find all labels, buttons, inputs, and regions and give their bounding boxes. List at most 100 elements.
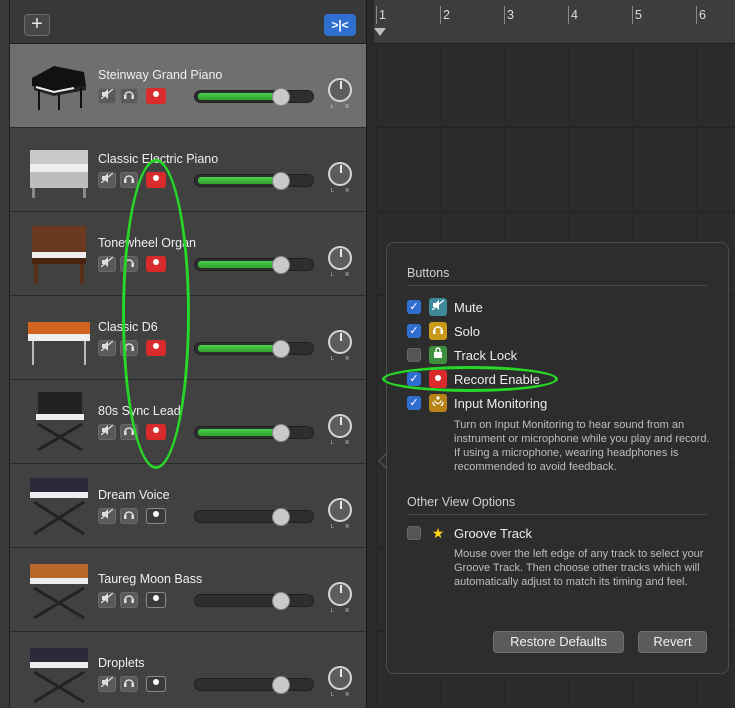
option-checkbox[interactable]: ✓: [407, 300, 421, 314]
pan-knob[interactable]: [328, 330, 352, 354]
volume-slider[interactable]: [194, 258, 314, 271]
pan-knob[interactable]: [328, 78, 352, 102]
instrument-thumbnail: [24, 304, 94, 370]
mute-icon: [100, 508, 114, 520]
star-icon: ★: [431, 525, 445, 541]
ruler-bar-number: 6: [699, 8, 706, 22]
mute-button[interactable]: [98, 256, 116, 272]
volume-slider-knob[interactable]: [272, 592, 290, 610]
section-divider: [407, 285, 707, 286]
track-row[interactable]: Dream Voice L R: [10, 464, 366, 548]
mute-button[interactable]: [98, 340, 116, 356]
option-label: Solo: [454, 324, 481, 339]
track-row[interactable]: Droplets L R: [10, 632, 366, 708]
timeline-ruler[interactable]: 1 2 3 4 5 6: [374, 0, 735, 44]
mute-button[interactable]: [98, 676, 116, 692]
headphones-icon: [124, 595, 134, 603]
input-monitoring-icon: [429, 394, 447, 412]
headphones-icon: [124, 511, 134, 519]
option-checkbox[interactable]: ✓: [407, 324, 421, 338]
option-checkbox[interactable]: [407, 348, 421, 362]
restore-defaults-button[interactable]: Restore Defaults: [493, 631, 624, 653]
instrument-thumbnail: [24, 472, 94, 538]
track-row[interactable]: Taureg Moon Bass L R: [10, 548, 366, 632]
option-checkbox[interactable]: ✓: [407, 396, 421, 410]
volume-slider-knob[interactable]: [272, 88, 290, 106]
groove-track-checkbox[interactable]: [407, 526, 421, 540]
solo-button[interactable]: [120, 508, 138, 524]
volume-slider-knob[interactable]: [272, 340, 290, 358]
volume-slider[interactable]: [194, 510, 314, 523]
volume-slider[interactable]: [194, 90, 314, 103]
volume-slider-knob[interactable]: [272, 508, 290, 526]
ruler-bar-tick: [376, 6, 377, 24]
solo-button[interactable]: [120, 676, 138, 692]
volume-slider-knob[interactable]: [272, 424, 290, 442]
option-track-lock[interactable]: Track Lock: [407, 345, 707, 365]
track-header-filter-button[interactable]: >|<: [324, 14, 356, 36]
volume-slider-knob[interactable]: [272, 172, 290, 190]
mute-button[interactable]: [98, 508, 116, 524]
solo-button[interactable]: [120, 172, 138, 188]
headphones-icon: [124, 679, 134, 687]
track-name[interactable]: Steinway Grand Piano: [98, 68, 222, 82]
pan-knob[interactable]: [328, 666, 352, 690]
garageband-window: + >|< Steinway Grand Piano L R Classic Elec…: [0, 0, 735, 708]
pan-knob[interactable]: [328, 162, 352, 186]
volume-slider-knob[interactable]: [272, 256, 290, 274]
record-enable-button[interactable]: [146, 88, 166, 104]
pan-knob[interactable]: [328, 498, 352, 522]
volume-slider[interactable]: [194, 426, 314, 439]
option-groove-track[interactable]: ★ Groove Track: [407, 523, 707, 543]
pan-knob[interactable]: [328, 414, 352, 438]
solo-button[interactable]: [120, 592, 138, 608]
section-divider: [407, 514, 707, 515]
option-mute[interactable]: ✓ Mute: [407, 297, 707, 317]
add-track-button[interactable]: +: [24, 14, 50, 36]
headphones-icon: [124, 175, 134, 183]
volume-slider[interactable]: [194, 342, 314, 355]
option-solo[interactable]: ✓ Solo: [407, 321, 707, 341]
track-header-toolbar: + >|<: [10, 0, 366, 44]
solo-button[interactable]: [120, 88, 138, 104]
mute-button[interactable]: [98, 172, 116, 188]
pan-knob[interactable]: [328, 582, 352, 606]
mute-button[interactable]: [98, 592, 116, 608]
record-icon: [153, 595, 159, 602]
pan-knob[interactable]: [328, 246, 352, 270]
volume-slider[interactable]: [194, 594, 314, 607]
lane-divider: [374, 127, 735, 128]
track-name[interactable]: Taureg Moon Bass: [98, 572, 202, 586]
input-monitoring-description: Turn on Input Monitoring to hear sound f…: [454, 419, 710, 473]
track-row[interactable]: Classic Electric Piano L R: [10, 128, 366, 212]
record-enable-button[interactable]: [146, 592, 166, 608]
option-input-monitoring[interactable]: ✓ Input Monitoring: [407, 393, 707, 413]
revert-button[interactable]: Revert: [638, 631, 707, 653]
ruler-bar-number: 4: [571, 8, 578, 22]
record-enable-button[interactable]: [146, 676, 166, 692]
option-label: Input Monitoring: [454, 396, 548, 411]
groove-track-description: Mouse over the left edge of any track to…: [454, 548, 704, 588]
mute-icon: [429, 298, 447, 316]
mute-button[interactable]: [98, 424, 116, 440]
instrument-thumbnail: [24, 556, 94, 622]
track-row[interactable]: Steinway Grand Piano L R: [10, 44, 366, 128]
ruler-bar-tick: [504, 6, 505, 24]
pan-labels: LR: [331, 188, 349, 194]
ruler-bar-tick: [440, 6, 441, 24]
volume-slider[interactable]: [194, 174, 314, 187]
mute-icon: [100, 88, 114, 100]
track-name[interactable]: Droplets: [98, 656, 145, 670]
instrument-thumbnail: [24, 220, 94, 286]
mute-button[interactable]: [98, 88, 116, 104]
record-enable-button[interactable]: [146, 508, 166, 524]
track-name[interactable]: Dream Voice: [98, 488, 170, 502]
volume-slider-knob[interactable]: [272, 676, 290, 694]
track-row[interactable]: 80s Sync Lead L R: [10, 380, 366, 464]
volume-slider[interactable]: [194, 678, 314, 691]
track-divider[interactable]: [366, 0, 374, 708]
playhead-icon[interactable]: [374, 28, 386, 36]
ruler-bar-tick: [568, 6, 569, 24]
lane-divider: [374, 211, 735, 212]
mute-icon: [100, 676, 114, 688]
